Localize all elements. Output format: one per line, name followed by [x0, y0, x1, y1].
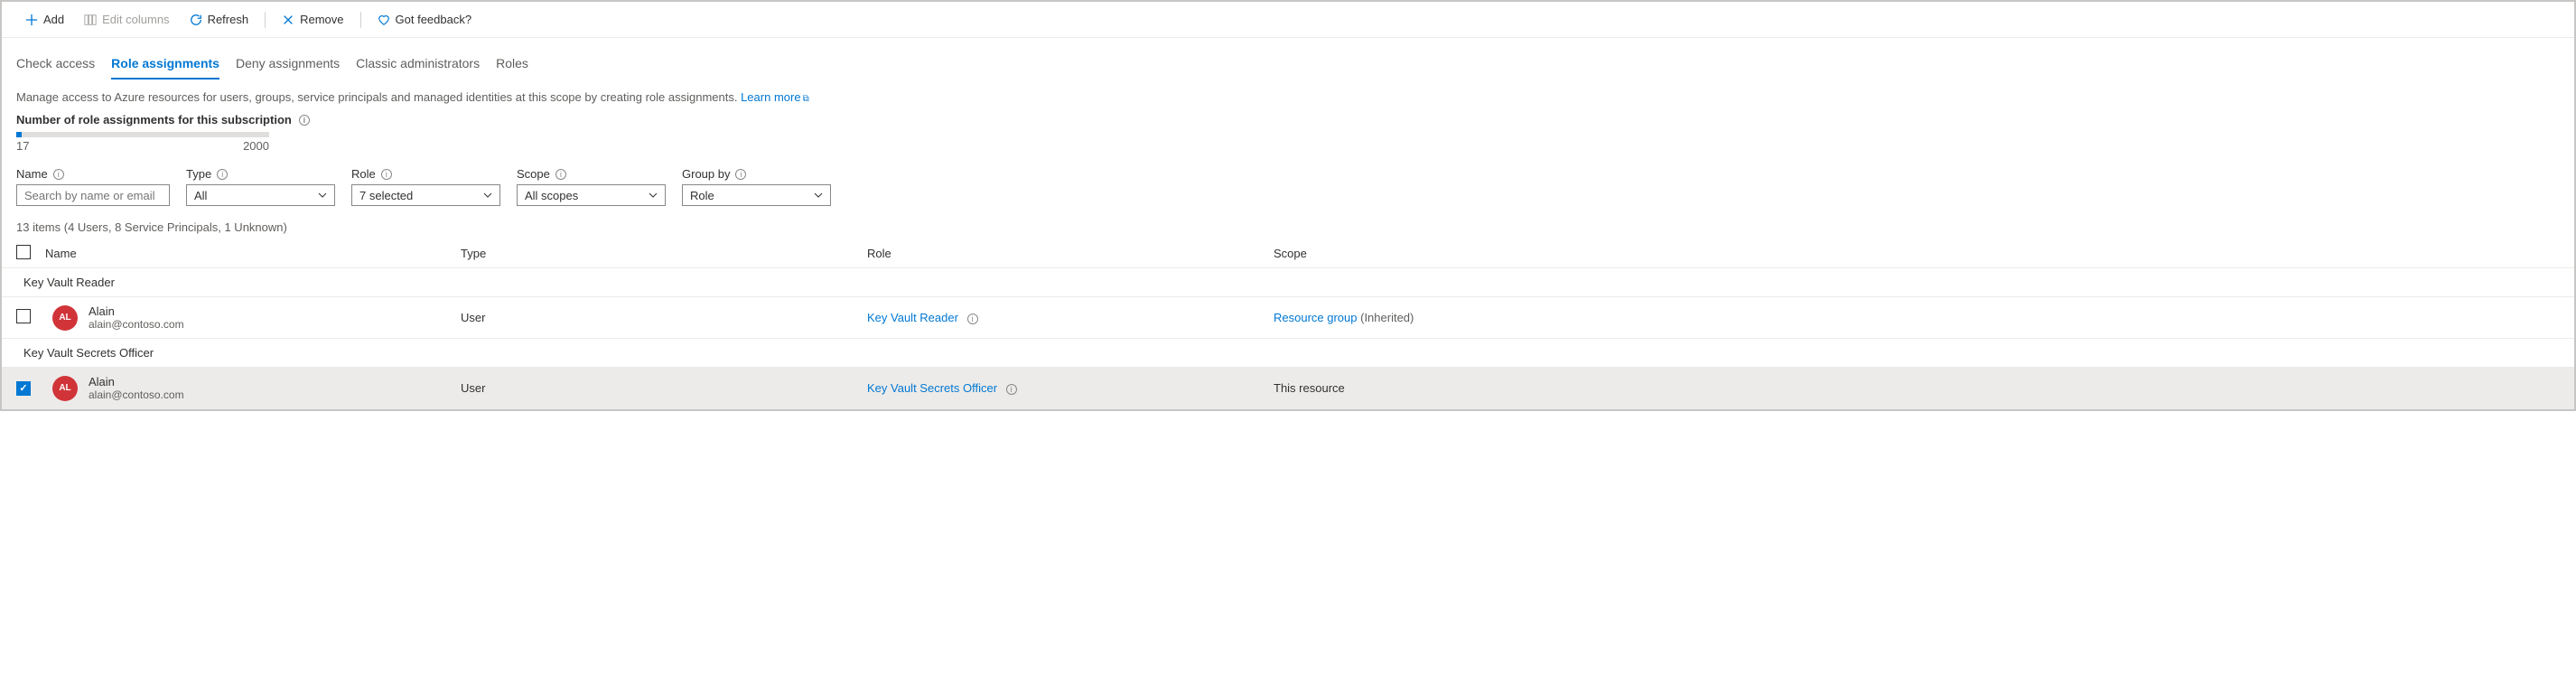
table-headers: Name Type Role Scope — [2, 239, 2574, 268]
refresh-button[interactable]: Refresh — [181, 9, 258, 30]
remove-label: Remove — [300, 13, 343, 26]
info-icon[interactable]: i — [217, 169, 228, 180]
toolbar: Add Edit columns Refresh Remove Got feed… — [2, 2, 2574, 38]
scope-inherited: (Inherited) — [1358, 311, 1414, 324]
scope-text: This resource — [1274, 381, 2560, 395]
progress-fill — [16, 132, 22, 137]
columns-icon — [84, 14, 97, 26]
chevron-down-icon — [649, 191, 658, 200]
chevron-down-icon — [814, 191, 823, 200]
header-name[interactable]: Name — [45, 247, 461, 260]
user-display-name: Alain — [89, 304, 184, 318]
external-link-icon: ⧉ — [803, 94, 809, 104]
groupby-select[interactable]: Role — [682, 184, 831, 206]
header-type[interactable]: Type — [461, 247, 867, 260]
add-button[interactable]: Add — [16, 9, 73, 30]
chevron-down-icon — [483, 191, 492, 200]
add-label: Add — [43, 13, 64, 26]
info-icon[interactable]: i — [967, 314, 978, 324]
header-role[interactable]: Role — [867, 247, 1274, 260]
role-link[interactable]: Key Vault Reader — [867, 311, 958, 324]
info-icon[interactable]: i — [1006, 384, 1017, 395]
tab-role-assignments[interactable]: Role assignments — [111, 49, 219, 80]
refresh-label: Refresh — [208, 13, 249, 26]
separator — [265, 12, 266, 28]
info-icon[interactable]: i — [555, 169, 566, 180]
role-select[interactable]: 7 selected — [351, 184, 500, 206]
learn-more-link[interactable]: Learn more⧉ — [741, 90, 809, 104]
scope-select[interactable]: All scopes — [517, 184, 666, 206]
avatar: AL — [52, 305, 78, 331]
row-checkbox[interactable] — [16, 381, 31, 396]
count-section: Number of role assignments for this subs… — [2, 104, 2574, 153]
progress-current: 17 — [16, 139, 29, 153]
progress-scale: 17 2000 — [16, 139, 269, 153]
count-label: Number of role assignments for this subs… — [16, 113, 2560, 126]
filter-scope: Scopei All scopes — [517, 167, 666, 206]
select-all-checkbox[interactable] — [16, 245, 31, 259]
tab-roles[interactable]: Roles — [496, 49, 528, 80]
filter-role: Rolei 7 selected — [351, 167, 500, 206]
group-header: Key Vault Reader — [2, 268, 2574, 297]
description-text: Manage access to Azure resources for use… — [16, 90, 741, 104]
row-type: User — [461, 311, 867, 324]
edit-columns-label: Edit columns — [102, 13, 169, 26]
plus-icon — [25, 14, 38, 26]
remove-icon — [282, 14, 294, 26]
edit-columns-button[interactable]: Edit columns — [75, 9, 178, 30]
group-header: Key Vault Secrets Officer — [2, 339, 2574, 368]
search-input[interactable] — [16, 184, 170, 206]
feedback-label: Got feedback? — [396, 13, 472, 26]
info-icon[interactable]: i — [53, 169, 64, 180]
tabs: Check access Role assignments Deny assig… — [2, 49, 2574, 80]
info-icon[interactable]: i — [299, 115, 310, 126]
progress-bar — [16, 132, 269, 137]
user-display-name: Alain — [89, 375, 184, 388]
filter-name: Namei — [16, 167, 170, 206]
info-icon[interactable]: i — [735, 169, 746, 180]
remove-button[interactable]: Remove — [273, 9, 352, 30]
heart-icon — [378, 14, 390, 26]
user-email: alain@contoso.com — [89, 388, 184, 401]
table-row[interactable]: AL Alain alain@contoso.com User Key Vaul… — [2, 297, 2574, 339]
filter-type: Typei All — [186, 167, 335, 206]
filters: Namei Typei All Rolei 7 selected Scopei … — [2, 153, 2574, 220]
separator — [360, 12, 361, 28]
filter-groupby: Group byi Role — [682, 167, 831, 206]
header-scope[interactable]: Scope — [1274, 247, 2560, 260]
user-email: alain@contoso.com — [89, 318, 184, 331]
row-checkbox[interactable] — [16, 309, 31, 323]
feedback-button[interactable]: Got feedback? — [369, 9, 481, 30]
avatar: AL — [52, 376, 78, 401]
info-icon[interactable]: i — [381, 169, 392, 180]
tab-classic-admins[interactable]: Classic administrators — [356, 49, 480, 80]
tab-check-access[interactable]: Check access — [16, 49, 95, 80]
progress-max: 2000 — [243, 139, 269, 153]
table-row[interactable]: AL Alain alain@contoso.com User Key Vaul… — [2, 368, 2574, 409]
scope-link[interactable]: Resource group — [1274, 311, 1358, 324]
type-select[interactable]: All — [186, 184, 335, 206]
role-link[interactable]: Key Vault Secrets Officer — [867, 381, 997, 395]
description: Manage access to Azure resources for use… — [2, 80, 2574, 104]
chevron-down-icon — [318, 191, 327, 200]
refresh-icon — [190, 14, 202, 26]
row-type: User — [461, 381, 867, 395]
items-summary: 13 items (4 Users, 8 Service Principals,… — [2, 220, 2574, 239]
tab-deny-assignments[interactable]: Deny assignments — [236, 49, 340, 80]
